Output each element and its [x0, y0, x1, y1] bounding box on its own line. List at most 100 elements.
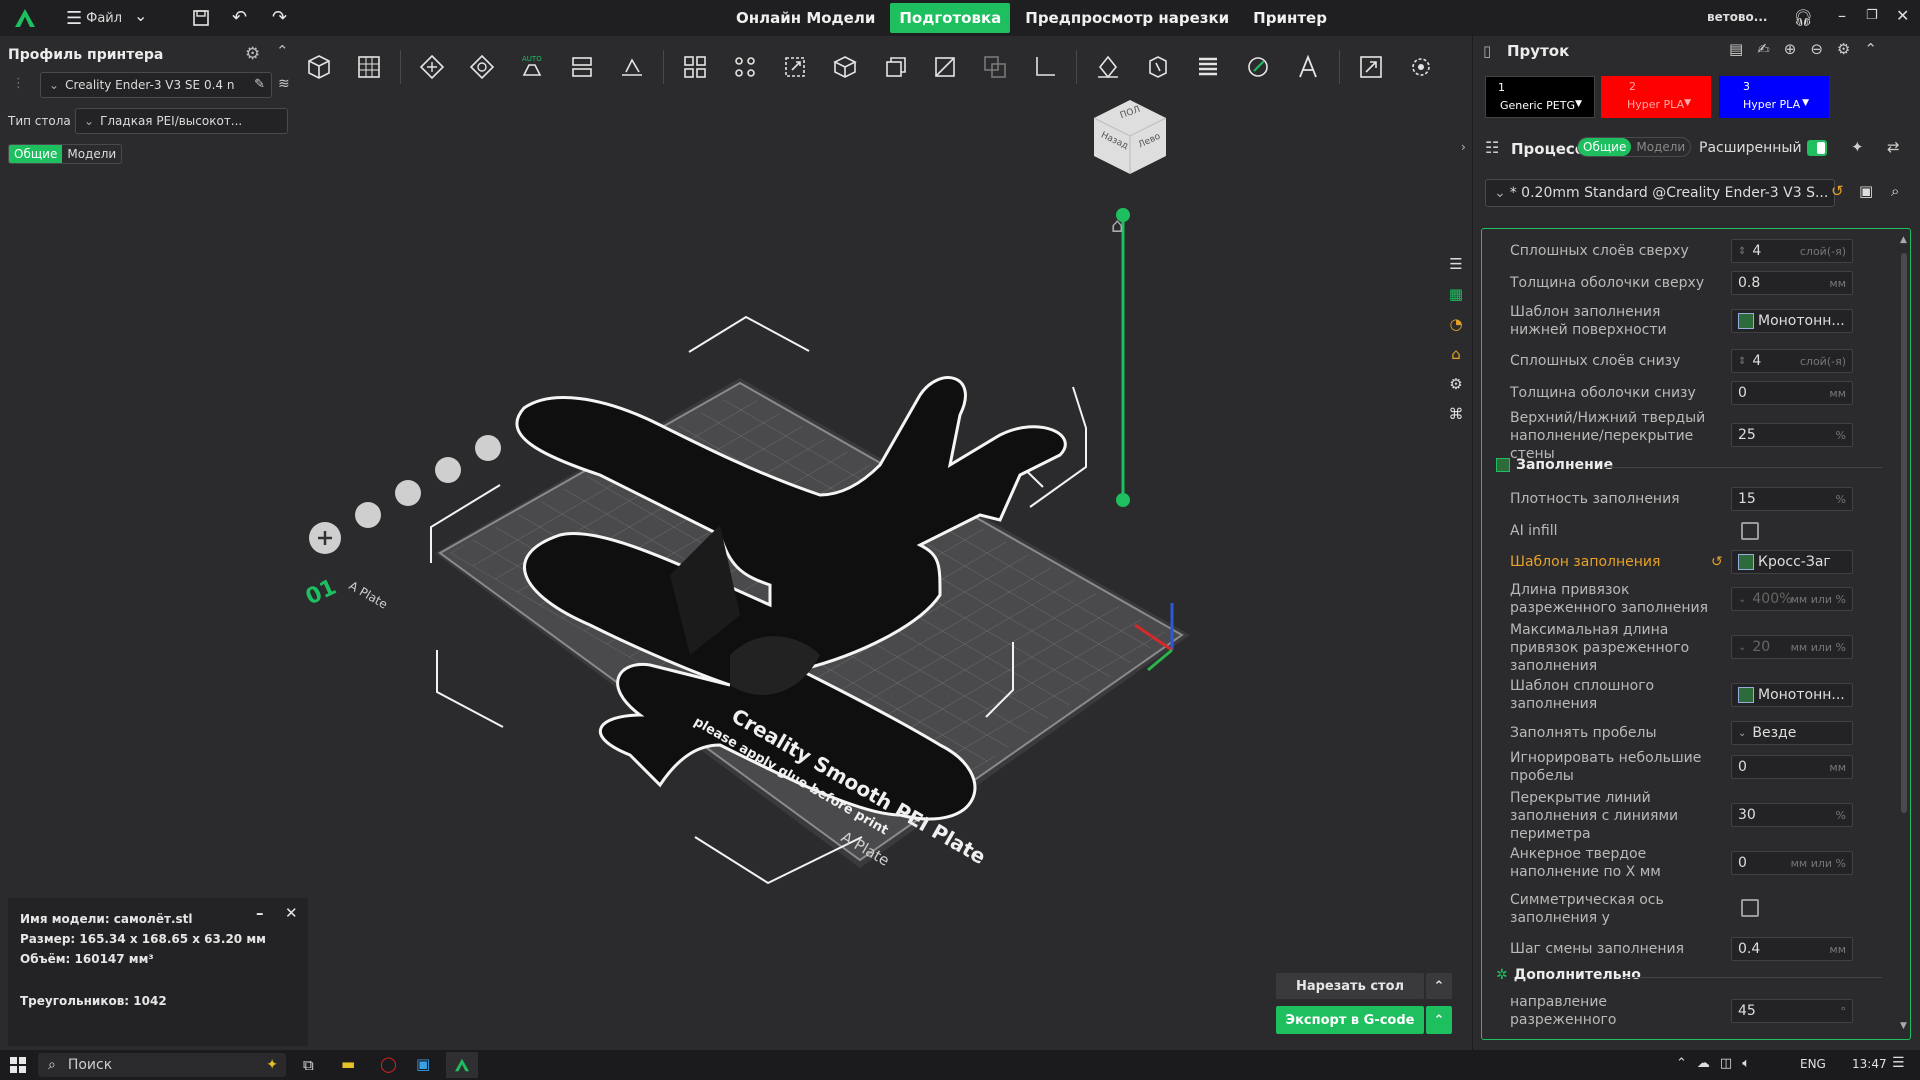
printer-select[interactable]: ⌄ Creality Ender-3 V3 SE 0.4 n ✎	[40, 72, 272, 98]
network-icon[interactable]: ◫	[1720, 1056, 1732, 1071]
close-icon[interactable]: ✕	[1896, 6, 1909, 25]
gear-outline-icon[interactable]: ⚙	[1449, 375, 1462, 393]
setting-input[interactable]: ⇕ 4 слой(-я)	[1731, 349, 1853, 373]
spin-icon[interactable]: ⇕	[1738, 246, 1746, 257]
remove-icon[interactable]: ⊖	[1810, 40, 1823, 58]
3d-viewport[interactable]: 01 A Plate A Plate Creality Smooth PEI P…	[300, 95, 1472, 1050]
speaker-icon[interactable]: 🔈︎	[1742, 1056, 1750, 1071]
split-objects-icon[interactable]	[676, 48, 714, 86]
opera-icon[interactable]: ◯	[380, 1055, 397, 1073]
panel-collapse-icon[interactable]: ›	[1461, 140, 1466, 154]
wifi-icon[interactable]: ≋	[278, 76, 290, 92]
boolean-icon[interactable]	[976, 48, 1014, 86]
view-cube[interactable]: ПОЛ Назад Лево	[1090, 98, 1170, 176]
search-icon[interactable]: ⌕	[1891, 182, 1899, 200]
taskbar-search[interactable]: ⌕ Поиск ✦	[38, 1053, 286, 1077]
setting-input[interactable]: 15%	[1731, 487, 1853, 511]
maximize-icon[interactable]: ❐	[1866, 8, 1878, 23]
toggle-models[interactable]: Модели	[1631, 138, 1690, 156]
tab-online-models[interactable]: Онлайн Модели	[727, 3, 884, 33]
layer-range-slider[interactable]	[1116, 208, 1130, 507]
support-paint-icon[interactable]	[1089, 48, 1127, 86]
auto-lay-on-face-icon[interactable]: AUTO	[513, 48, 551, 86]
process-mode-toggle[interactable]: Общие Модели	[1577, 137, 1692, 157]
settings-icon[interactable]: ⚙	[1837, 40, 1850, 58]
speed-icon[interactable]: ◔	[1449, 315, 1462, 333]
setting-input[interactable]: 25%	[1731, 423, 1853, 447]
setting-input[interactable]: ⌄ 20 мм или %	[1731, 635, 1853, 659]
split-parts-icon[interactable]	[726, 48, 764, 86]
save-icon[interactable]	[192, 9, 210, 31]
setting-input[interactable]: 0.4 мм	[1731, 937, 1853, 961]
auto-orient-icon[interactable]	[413, 48, 451, 86]
save-icon[interactable]: ▣	[1859, 182, 1873, 200]
rotate-icon[interactable]	[876, 48, 914, 86]
compare-icon[interactable]: ✦	[1851, 138, 1864, 156]
move-icon[interactable]	[826, 48, 864, 86]
assembly-view-icon[interactable]	[1352, 48, 1390, 86]
chevron-up-icon[interactable]: ⌃	[1676, 1056, 1687, 1071]
collapse-icon[interactable]: ⌃	[1864, 40, 1877, 58]
task-view-icon[interactable]: ⧉	[303, 1056, 314, 1074]
measure-icon[interactable]	[1026, 48, 1064, 86]
windows-start-icon[interactable]	[10, 1057, 26, 1077]
tab-prepare[interactable]: Подготовка	[890, 3, 1011, 33]
profile-mode-toggle[interactable]: Общие Модели	[8, 144, 123, 164]
setting-select[interactable]: Кросс-Заг	[1731, 550, 1853, 574]
mesh-repair-icon[interactable]	[1402, 48, 1440, 86]
scrollbar-thumb[interactable]	[1901, 253, 1907, 813]
headset-icon[interactable]: 🎧︎	[1793, 8, 1813, 27]
arrange-icon[interactable]	[563, 48, 601, 86]
ai-infill-checkbox[interactable]	[1741, 522, 1759, 540]
cut-icon[interactable]	[926, 48, 964, 86]
filament-slot-1[interactable]: 1 Generic PETG ▼	[1485, 76, 1595, 118]
variable-layer-height-icon[interactable]	[1189, 48, 1227, 86]
edit-icon[interactable]: ✎	[254, 77, 265, 92]
file-explorer-icon[interactable]: ▬	[341, 1055, 355, 1073]
chevron-up-icon[interactable]: ▲	[1900, 235, 1907, 245]
collapse-icon[interactable]: ⌃	[276, 42, 289, 60]
reset-icon[interactable]: ↺	[1831, 182, 1844, 200]
toggle-models[interactable]: Модели	[62, 145, 121, 163]
setting-input[interactable]: ⇕ 4 слой(-я)	[1731, 239, 1853, 263]
menu-button[interactable]: ☰ Файл	[66, 0, 122, 36]
user-name[interactable]: ветово...	[1707, 10, 1767, 24]
undo-icon[interactable]: ↶	[232, 7, 247, 28]
reset-icon[interactable]: ↺	[1711, 554, 1723, 570]
redo-icon[interactable]: ↷	[272, 7, 287, 28]
scale-icon[interactable]	[776, 48, 814, 86]
add-plate-icon[interactable]	[350, 48, 388, 86]
settings-link-icon[interactable]: ⇄	[1887, 138, 1900, 156]
brush-icon[interactable]: ✍	[1757, 40, 1770, 58]
filament-slot-2[interactable]: 2 Hyper PLA ▼	[1601, 76, 1711, 118]
text-icon[interactable]	[1289, 48, 1327, 86]
support-icon[interactable]: ⌂	[1451, 345, 1461, 363]
export-gcode-button[interactable]: Экспорт в G-code	[1276, 1006, 1424, 1034]
setting-select[interactable]: Монотонн...	[1731, 683, 1853, 707]
setting-input[interactable]: 0 мм	[1731, 755, 1853, 779]
app-icon[interactable]: ▣	[416, 1055, 430, 1073]
creality-print-icon[interactable]	[446, 1052, 478, 1078]
setting-input[interactable]: 45 °	[1731, 999, 1853, 1023]
settings-scrollbar[interactable]: ▲ ▼	[1900, 235, 1908, 1035]
add-icon[interactable]: ⊕	[1784, 40, 1797, 58]
process-preset-select[interactable]: ⌄ * 0.20mm Standard @Creality Ender-3 V3…	[1485, 179, 1835, 207]
toggle-general[interactable]: Общие	[9, 145, 63, 163]
tab-printer[interactable]: Принтер	[1244, 3, 1336, 33]
setting-input[interactable]: ⌄ 400% мм или %	[1731, 587, 1853, 611]
additional-section-header[interactable]: ✲ Дополнительно	[1496, 967, 1641, 983]
export-dropdown-button[interactable]: ⌃	[1426, 1006, 1452, 1034]
cloud-icon[interactable]: ☁	[1697, 1056, 1710, 1071]
chevron-down-icon[interactable]: ⌄	[134, 6, 147, 25]
advanced-toggle[interactable]	[1807, 140, 1827, 156]
add-object-icon[interactable]	[300, 48, 338, 86]
spin-icon[interactable]: ⇕	[1738, 356, 1746, 367]
filament-slot-3[interactable]: 3 Hyper PLA ▼	[1719, 76, 1829, 118]
close-icon[interactable]: ✕	[285, 904, 298, 922]
home-icon[interactable]: ⌂	[1111, 213, 1124, 237]
orient-icon[interactable]	[463, 48, 501, 86]
settings-icon[interactable]: ⚙	[245, 44, 260, 64]
lay-on-face-icon[interactable]	[613, 48, 651, 86]
color-paint-icon[interactable]	[1239, 48, 1277, 86]
setting-select[interactable]: Монотонн...	[1731, 309, 1853, 333]
